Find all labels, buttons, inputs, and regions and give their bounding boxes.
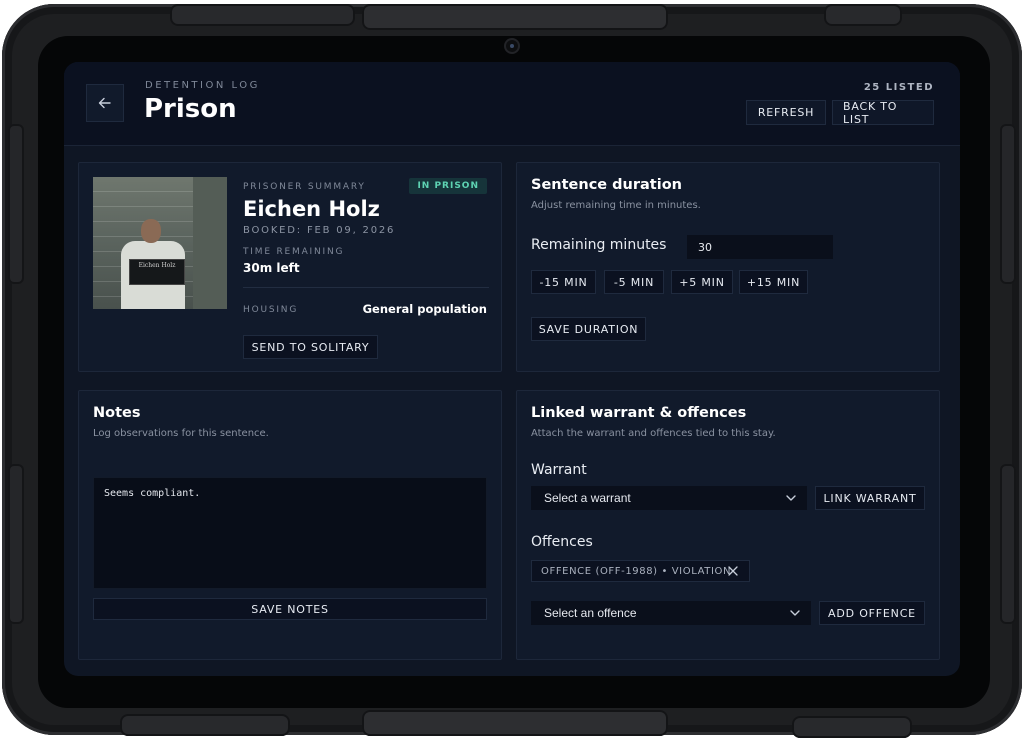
- prisoner-name: Eichen Holz: [243, 197, 380, 221]
- mugshot-photo: Eichen Holz: [93, 177, 227, 309]
- warrant-select-value: Select a warrant: [544, 491, 631, 505]
- housing-value: General population: [362, 302, 487, 316]
- offence-select[interactable]: Select an offence: [531, 601, 811, 625]
- tablet-bumper: [824, 4, 902, 26]
- tablet-bumper: [362, 710, 668, 736]
- header-bar: DETENTION LOG Prison 25 LISTED REFRESH B…: [64, 62, 960, 146]
- status-badge: IN PRISON: [409, 178, 487, 194]
- page-eyebrow: DETENTION LOG: [145, 80, 260, 91]
- warrant-label: Warrant: [531, 462, 587, 478]
- plus-5-button[interactable]: +5 MIN: [671, 270, 733, 294]
- offence-tag: OFFENCE (OFF-1988) • VIOLATION: [531, 560, 750, 582]
- chevron-down-icon: [790, 610, 800, 616]
- back-to-list-button[interactable]: BACK TO LIST: [832, 100, 934, 126]
- camera-icon: [506, 40, 518, 52]
- prisoner-head: [141, 219, 161, 243]
- add-offence-button[interactable]: ADD OFFENCE: [819, 601, 925, 625]
- card-subtitle: Adjust remaining time in minutes.: [531, 200, 701, 211]
- link-warrant-button[interactable]: LINK WARRANT: [815, 486, 925, 510]
- wall-panel: [193, 177, 227, 309]
- offences-label: Offences: [531, 534, 593, 550]
- send-to-solitary-button[interactable]: SEND TO SOLITARY: [243, 335, 378, 359]
- divider: [243, 287, 489, 288]
- minus-5-button[interactable]: -5 MIN: [604, 270, 664, 294]
- time-remaining-value: 30m left: [243, 261, 300, 275]
- warrant-offences-card: Linked warrant & offences Attach the war…: [516, 390, 940, 660]
- tablet-bumper: [120, 714, 290, 736]
- tablet-bumper: [792, 716, 912, 738]
- sentence-duration-card: Sentence duration Adjust remaining time …: [516, 162, 940, 372]
- placard-name: Eichen Holz: [138, 262, 176, 269]
- power-button: [362, 4, 668, 30]
- section-label: PRISONER SUMMARY: [243, 182, 366, 192]
- tablet-bumper: [170, 4, 355, 26]
- page-title: Prison: [144, 94, 237, 124]
- arrow-left-icon: [98, 97, 111, 109]
- offence-tag-label: OFFENCE (OFF-1988) • VIOLATION: [541, 565, 732, 577]
- time-remaining-label: TIME REMAINING: [243, 247, 345, 257]
- side-grip: [1000, 464, 1016, 624]
- booked-date: BOOKED: FEB 09, 2026: [243, 225, 396, 236]
- refresh-button[interactable]: REFRESH: [746, 100, 826, 125]
- card-title: Linked warrant & offences: [531, 405, 747, 421]
- warrant-select[interactable]: Select a warrant: [531, 486, 807, 510]
- booking-placard: Eichen Holz: [129, 259, 185, 285]
- remaining-minutes-input[interactable]: [687, 235, 833, 259]
- app-screen: DETENTION LOG Prison 25 LISTED REFRESH B…: [64, 62, 960, 676]
- plus-15-button[interactable]: +15 MIN: [739, 270, 808, 294]
- notes-textarea[interactable]: Seems compliant.: [93, 477, 487, 589]
- listed-count: 25 LISTED: [863, 82, 934, 93]
- save-notes-button[interactable]: SAVE NOTES: [93, 598, 487, 620]
- side-grip: [8, 124, 24, 284]
- offence-select-value: Select an offence: [544, 606, 637, 620]
- side-grip: [8, 464, 24, 624]
- card-title: Notes: [93, 405, 141, 421]
- prisoner-summary-card: Eichen Holz PRISONER SUMMARY IN PRISON E…: [78, 162, 502, 372]
- save-duration-button[interactable]: SAVE DURATION: [531, 317, 646, 341]
- chevron-down-icon: [786, 495, 796, 501]
- card-title: Sentence duration: [531, 177, 682, 193]
- close-icon[interactable]: [727, 565, 739, 577]
- minus-15-button[interactable]: -15 MIN: [531, 270, 596, 294]
- notes-card: Notes Log observations for this sentence…: [78, 390, 502, 660]
- back-button[interactable]: [86, 84, 124, 122]
- card-subtitle: Log observations for this sentence.: [93, 428, 269, 439]
- card-subtitle: Attach the warrant and offences tied to …: [531, 428, 776, 439]
- housing-label: HOUSING: [243, 305, 299, 315]
- remaining-minutes-label: Remaining minutes: [531, 237, 667, 253]
- side-grip: [1000, 124, 1016, 284]
